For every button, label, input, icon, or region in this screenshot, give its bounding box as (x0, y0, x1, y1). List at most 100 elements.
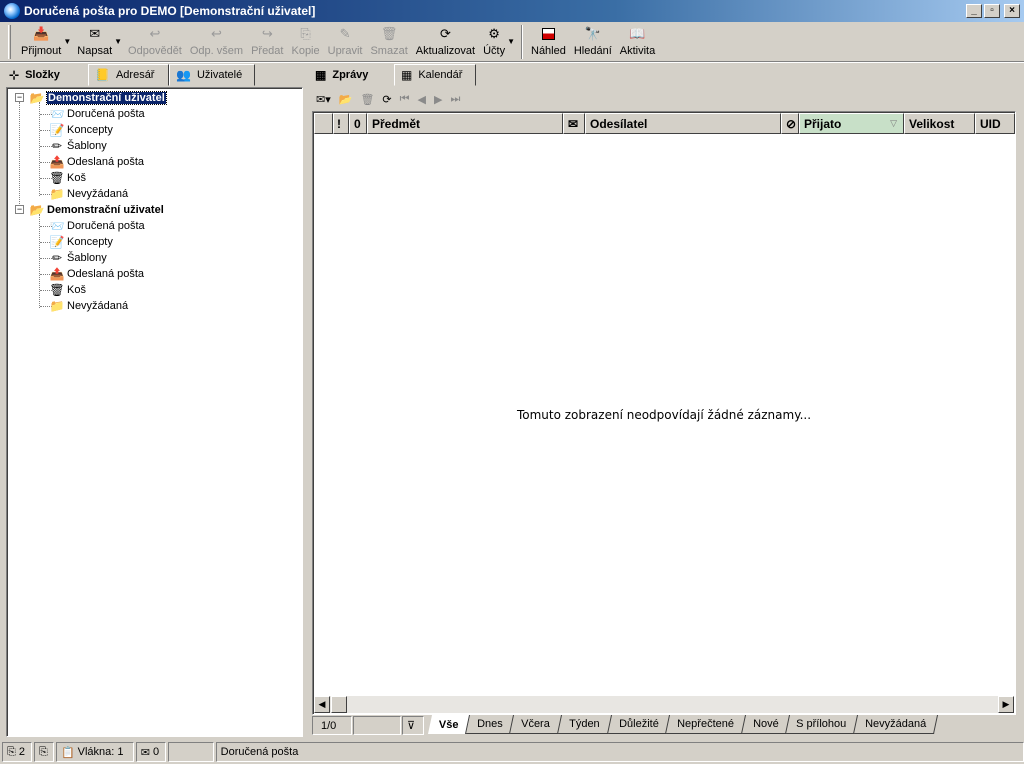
status-empty-pane (167, 742, 214, 762)
collapse-toggle[interactable]: − (15, 93, 24, 102)
column-header-select[interactable] (314, 113, 333, 134)
reply-button[interactable]: ↩ Odpovědět (124, 22, 186, 60)
new-message-icon[interactable]: ✉▾ (316, 93, 331, 106)
forward-button[interactable]: ↪ Předat (247, 22, 287, 60)
prev-page-icon[interactable]: ◀ (418, 93, 426, 106)
addressbook-icon: 📒 (95, 68, 110, 82)
scrollbar-thumb[interactable] (331, 696, 347, 713)
filter-tab-week[interactable]: Týden (557, 715, 613, 734)
trash-icon: 🗑 (49, 283, 65, 297)
users-icon: 👥 (176, 68, 191, 82)
folder-inbox[interactable]: 📨 Doručená pošta (49, 106, 145, 122)
trash-icon[interactable]: 🗑 (360, 93, 374, 106)
compose-dropdown-icon[interactable]: ▼ (114, 22, 122, 46)
receive-dropdown-icon[interactable]: ▼ (63, 22, 71, 46)
status-copy-icon: ⎘ (33, 742, 54, 762)
tab-folders[interactable]: ⊹ Složky (2, 64, 88, 86)
reply-all-button[interactable]: ↩ Odp. všem (186, 22, 247, 60)
column-header-importance[interactable]: ! (333, 113, 349, 134)
folder-templates[interactable]: ✏ Šablony (49, 250, 107, 266)
receive-button[interactable]: 📥 Přijmout (17, 22, 65, 60)
junk-icon: 📁 (49, 187, 65, 201)
folder-junk[interactable]: 📁 Nevyžádaná (49, 298, 129, 314)
tab-users[interactable]: 👥 Uživatelé (169, 64, 255, 86)
copy-button[interactable]: ⎘ Kopie (287, 22, 323, 60)
next-page-icon[interactable]: ▶ (434, 93, 442, 106)
tab-calendar[interactable]: ▦ Kalendář (394, 64, 476, 86)
drafts-icon: 📝 (49, 123, 65, 137)
blocked-icon: ⊘ (786, 116, 797, 131)
gears-icon: ⚙ (488, 26, 500, 41)
folder-templates[interactable]: ✏ Šablony (49, 138, 107, 154)
filter-funnel-icon[interactable]: ⊽ (402, 716, 424, 735)
accounts-button[interactable]: ⚙ Účty (479, 22, 509, 60)
folder-tree[interactable]: − 📂 Demonstrační uživatel 📨 Doručená pošta… (6, 87, 303, 737)
folder-trash[interactable]: 🗑 Koš (49, 170, 86, 186)
message-list[interactable]: ! 0 Předmět ✉ Odesílatel ⊘ Přijato ▽ Veli… (312, 111, 1016, 715)
restore-button[interactable]: ▫ (984, 4, 1000, 18)
toolbar-separator (521, 25, 523, 59)
status-count: ⎘ 2 (2, 742, 32, 762)
calendar-icon: ▦ (401, 68, 413, 82)
toolbar-grip[interactable] (8, 25, 11, 59)
search-button[interactable]: 🔭 Hledání (570, 22, 616, 60)
account-node[interactable]: 📂 Demonstrační uživatel (29, 202, 164, 218)
filter-tab-new[interactable]: Nové (741, 715, 791, 734)
tab-messages[interactable]: ▦ Zprávy (308, 64, 394, 86)
accounts-dropdown-icon[interactable]: ▼ (507, 22, 515, 46)
close-button[interactable]: × (1004, 4, 1020, 18)
column-header-subject[interactable]: Předmět (367, 113, 563, 134)
inbox-icon: 📨 (49, 219, 65, 233)
collapse-toggle[interactable]: − (15, 205, 24, 214)
folder-trash[interactable]: 🗑 Koš (49, 282, 86, 298)
filter-tab-junk[interactable]: Nevyžádaná (853, 715, 939, 734)
minimize-button[interactable]: _ (966, 4, 982, 18)
first-page-icon[interactable]: ⏮ (400, 93, 410, 106)
documents-icon: ⎘ (7, 745, 16, 758)
delete-button[interactable]: 🗑 Smazat (366, 22, 411, 60)
filter-tab-yesterday[interactable]: Včera (509, 715, 563, 734)
compose-button[interactable]: ✉ Napsat (73, 22, 116, 60)
refresh-icon[interactable]: ⟳ (382, 93, 391, 106)
column-header-uid[interactable]: UID (975, 113, 1015, 134)
folder-inbox[interactable]: 📨 Doručená pošta (49, 218, 145, 234)
scroll-right-icon[interactable]: ▶ (998, 696, 1014, 713)
column-header-received[interactable]: Přijato ▽ (799, 113, 904, 134)
clipboard-icon: 📋 (60, 746, 75, 759)
activity-button[interactable]: 📖 Aktivita (616, 22, 659, 60)
column-header-read[interactable]: ✉ (563, 113, 585, 134)
column-header-flag[interactable]: ⊘ (781, 113, 799, 134)
preview-button[interactable]: Náhled (527, 22, 570, 60)
main-toolbar: 📥 Přijmout ▼ ✉ Napsat ▼ ↩ Odpovědět ↩ Odp. v… (0, 22, 1024, 62)
scroll-left-icon[interactable]: ◀ (314, 696, 330, 713)
refresh-button[interactable]: ⟳ Aktualizovat (412, 22, 479, 60)
filter-tab-important[interactable]: Důležité (607, 715, 671, 734)
edit-icon: ✎ (339, 26, 351, 41)
account-folder-icon: 📂 (29, 203, 45, 217)
folder-tree-icon: ⊹ (9, 68, 20, 82)
open-folder-icon[interactable]: 📂 (339, 93, 353, 106)
refresh-icon: ⟳ (439, 26, 451, 41)
junk-icon: 📁 (49, 299, 65, 313)
folder-drafts[interactable]: 📝 Koncepty (49, 234, 113, 250)
trash-icon: 🗑 (380, 26, 398, 41)
folder-drafts[interactable]: 📝 Koncepty (49, 122, 113, 138)
horizontal-scrollbar[interactable]: ◀ ▶ (314, 696, 1014, 713)
last-page-icon[interactable]: ⏭ (450, 93, 460, 106)
column-header-size[interactable]: Velikost (904, 113, 975, 134)
edit-button[interactable]: ✎ Upravit (324, 22, 367, 60)
filter-tab-unread[interactable]: Nepřečtené (665, 715, 747, 734)
app-icon[interactable] (4, 3, 20, 19)
folder-junk[interactable]: 📁 Nevyžádaná (49, 186, 129, 202)
tab-addressbook[interactable]: 📒 Adresář (88, 64, 169, 86)
folder-sent[interactable]: 📤 Odeslaná pošta (49, 154, 145, 170)
filter-tab-today[interactable]: Dnes (465, 715, 515, 734)
filter-tab-with-attachment[interactable]: S přílohou (785, 715, 859, 734)
filter-tab-all[interactable]: Vše (427, 715, 471, 734)
folder-sent[interactable]: 📤 Odeslaná pošta (49, 266, 145, 282)
column-header-sender[interactable]: Odesílatel (585, 113, 781, 134)
account-node[interactable]: 📂 Demonstrační uživatel (29, 90, 167, 106)
compose-icon: ✉ (89, 26, 101, 41)
column-header-attachment[interactable]: 0 (349, 113, 367, 134)
reply-all-icon: ↩ (211, 26, 222, 41)
